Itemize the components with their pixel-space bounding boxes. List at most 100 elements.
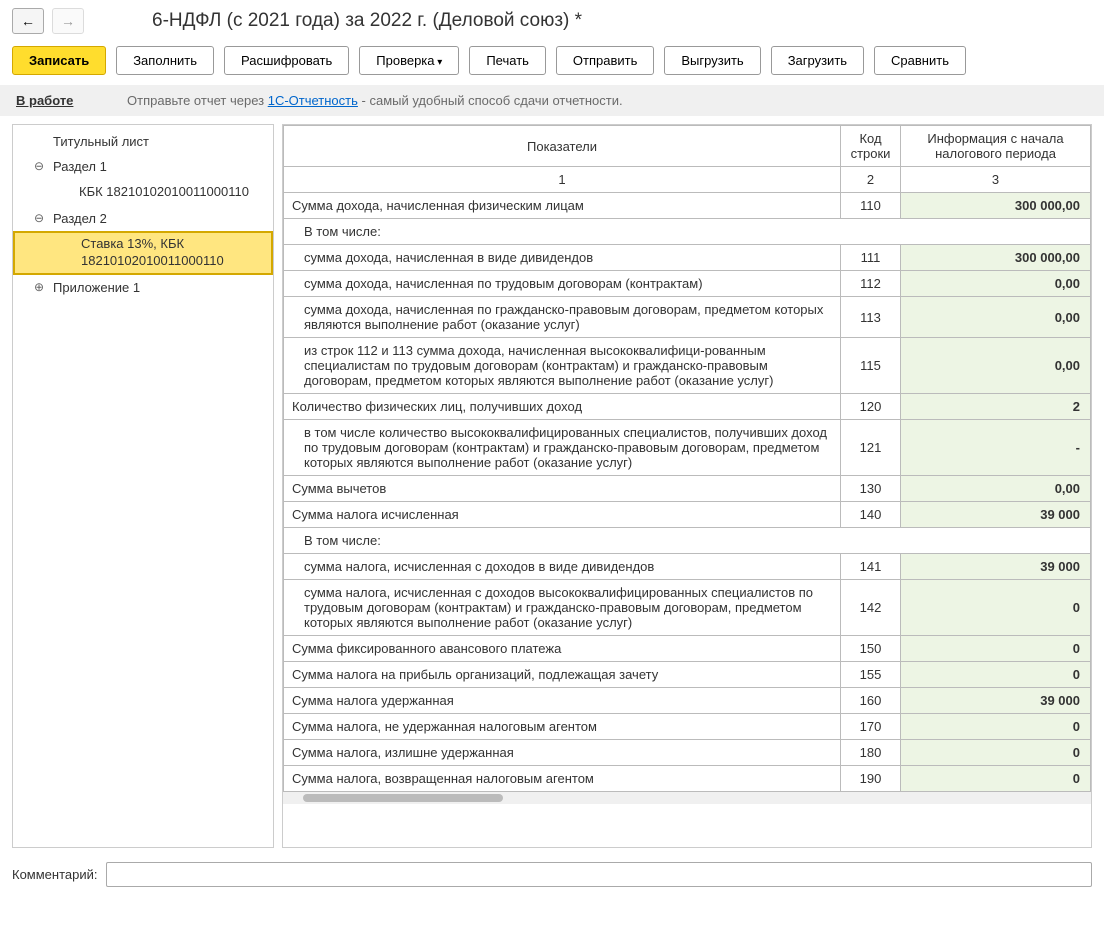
- status-link[interactable]: 1С-Отчетность: [268, 93, 358, 108]
- send-button[interactable]: Отправить: [556, 46, 654, 75]
- content-panel: Показатели Код строки Информация с начал…: [282, 124, 1092, 848]
- expand-icon[interactable]: ⊕: [33, 281, 45, 293]
- back-button[interactable]: ←: [12, 8, 44, 34]
- tree-title-page[interactable]: Титульный лист: [13, 129, 273, 154]
- row-value[interactable]: 0: [901, 714, 1091, 740]
- row-value[interactable]: 0: [901, 740, 1091, 766]
- table-row: Сумма дохода, начисленная физическим лиц…: [284, 193, 1091, 219]
- row-value[interactable]: 0: [901, 662, 1091, 688]
- table-row: В том числе:: [284, 219, 1091, 245]
- row-indicator: Количество физических лиц, получивших до…: [284, 394, 841, 420]
- row-indicator: сумма дохода, начисленная в виде дивиден…: [284, 245, 841, 271]
- row-value[interactable]: 300 000,00: [901, 245, 1091, 271]
- row-value[interactable]: 0: [901, 766, 1091, 792]
- table-row: В том числе:: [284, 528, 1091, 554]
- table-row: в том числе количество высококвалифициро…: [284, 420, 1091, 476]
- row-value[interactable]: 2: [901, 394, 1091, 420]
- row-code: 190: [841, 766, 901, 792]
- row-indicator: Сумма налога, не удержанная налоговым аг…: [284, 714, 841, 740]
- row-indicator: Сумма налога, излишне удержанная: [284, 740, 841, 766]
- tree-section2[interactable]: ⊖ Раздел 2: [13, 206, 273, 231]
- status-bar: В работе Отправьте отчет через 1С-Отчетн…: [0, 85, 1104, 116]
- row-code: 155: [841, 662, 901, 688]
- table-row: Сумма налога, не удержанная налоговым аг…: [284, 714, 1091, 740]
- decode-button[interactable]: Расшифровать: [224, 46, 349, 75]
- row-header: В том числе:: [284, 219, 1091, 245]
- row-indicator: Сумма налога, возвращенная налоговым аге…: [284, 766, 841, 792]
- table-row: Количество физических лиц, получивших до…: [284, 394, 1091, 420]
- row-code: 160: [841, 688, 901, 714]
- row-indicator: сумма налога, исчисленная с доходов высо…: [284, 580, 841, 636]
- row-code: 130: [841, 476, 901, 502]
- tree-appendix[interactable]: ⊕ Приложение 1: [13, 275, 273, 300]
- row-value[interactable]: 39 000: [901, 688, 1091, 714]
- row-code: 141: [841, 554, 901, 580]
- table-row: сумма налога, исчисленная с доходов в ви…: [284, 554, 1091, 580]
- row-code: 140: [841, 502, 901, 528]
- row-value[interactable]: 0,00: [901, 476, 1091, 502]
- row-value[interactable]: 0: [901, 580, 1091, 636]
- col-code: Код строки: [841, 126, 901, 167]
- row-value[interactable]: 0,00: [901, 297, 1091, 338]
- row-value[interactable]: 39 000: [901, 554, 1091, 580]
- row-indicator: сумма дохода, начисленная по гражданско-…: [284, 297, 841, 338]
- row-code: 170: [841, 714, 901, 740]
- row-indicator: в том числе количество высококвалифициро…: [284, 420, 841, 476]
- row-code: 113: [841, 297, 901, 338]
- table-row: Сумма вычетов1300,00: [284, 476, 1091, 502]
- col-info: Информация с начала налогового периода: [901, 126, 1091, 167]
- row-value[interactable]: 0,00: [901, 338, 1091, 394]
- import-button[interactable]: Загрузить: [771, 46, 864, 75]
- row-value[interactable]: 0,00: [901, 271, 1091, 297]
- row-value[interactable]: -: [901, 420, 1091, 476]
- row-code: 150: [841, 636, 901, 662]
- colnum-2: 2: [841, 167, 901, 193]
- row-code: 115: [841, 338, 901, 394]
- colnum-1: 1: [284, 167, 841, 193]
- colnum-3: 3: [901, 167, 1091, 193]
- row-indicator: Сумма вычетов: [284, 476, 841, 502]
- table-row: сумма дохода, начисленная по гражданско-…: [284, 297, 1091, 338]
- row-indicator: Сумма налога на прибыль организаций, под…: [284, 662, 841, 688]
- check-button[interactable]: Проверка: [359, 46, 459, 75]
- row-code: 110: [841, 193, 901, 219]
- status-label[interactable]: В работе: [16, 93, 73, 108]
- tree-panel: Титульный лист ⊖ Раздел 1 КБК 1821010201…: [12, 124, 274, 848]
- compare-button[interactable]: Сравнить: [874, 46, 966, 75]
- table-row: из строк 112 и 113 сумма дохода, начисле…: [284, 338, 1091, 394]
- row-indicator: Сумма налога исчисленная: [284, 502, 841, 528]
- tree-kbk1[interactable]: КБК 18210102010011000110: [13, 179, 273, 206]
- scrollbar-thumb[interactable]: [303, 794, 503, 802]
- table-row: Сумма налога на прибыль организаций, под…: [284, 662, 1091, 688]
- row-value[interactable]: 0: [901, 636, 1091, 662]
- row-indicator: сумма дохода, начисленная по трудовым до…: [284, 271, 841, 297]
- page-title: 6-НДФЛ (с 2021 года) за 2022 г. (Деловой…: [152, 10, 582, 32]
- data-table: Показатели Код строки Информация с начал…: [283, 125, 1091, 792]
- row-value[interactable]: 300 000,00: [901, 193, 1091, 219]
- save-button[interactable]: Записать: [12, 46, 106, 75]
- forward-button[interactable]: →: [52, 8, 84, 34]
- table-row: Сумма налога исчисленная14039 000: [284, 502, 1091, 528]
- table-row: Сумма налога, возвращенная налоговым аге…: [284, 766, 1091, 792]
- comment-input[interactable]: [106, 862, 1093, 887]
- row-code: 111: [841, 245, 901, 271]
- table-row: Сумма фиксированного авансового платежа1…: [284, 636, 1091, 662]
- table-row: сумма дохода, начисленная по трудовым до…: [284, 271, 1091, 297]
- row-code: 112: [841, 271, 901, 297]
- collapse-icon[interactable]: ⊖: [33, 212, 45, 224]
- row-indicator: из строк 112 и 113 сумма дохода, начисле…: [284, 338, 841, 394]
- print-button[interactable]: Печать: [469, 46, 546, 75]
- row-value[interactable]: 39 000: [901, 502, 1091, 528]
- horizontal-scrollbar[interactable]: [283, 792, 1091, 804]
- comment-label: Комментарий:: [12, 867, 98, 882]
- collapse-icon[interactable]: ⊖: [33, 160, 45, 172]
- row-code: 120: [841, 394, 901, 420]
- tree-section1[interactable]: ⊖ Раздел 1: [13, 154, 273, 179]
- table-row: Сумма налога удержанная16039 000: [284, 688, 1091, 714]
- export-button[interactable]: Выгрузить: [664, 46, 760, 75]
- table-row: Сумма налога, излишне удержанная1800: [284, 740, 1091, 766]
- fill-button[interactable]: Заполнить: [116, 46, 214, 75]
- row-indicator: Сумма фиксированного авансового платежа: [284, 636, 841, 662]
- row-indicator: Сумма налога удержанная: [284, 688, 841, 714]
- tree-rate-kbk[interactable]: Ставка 13%, КБК 18210102010011000110: [13, 231, 273, 275]
